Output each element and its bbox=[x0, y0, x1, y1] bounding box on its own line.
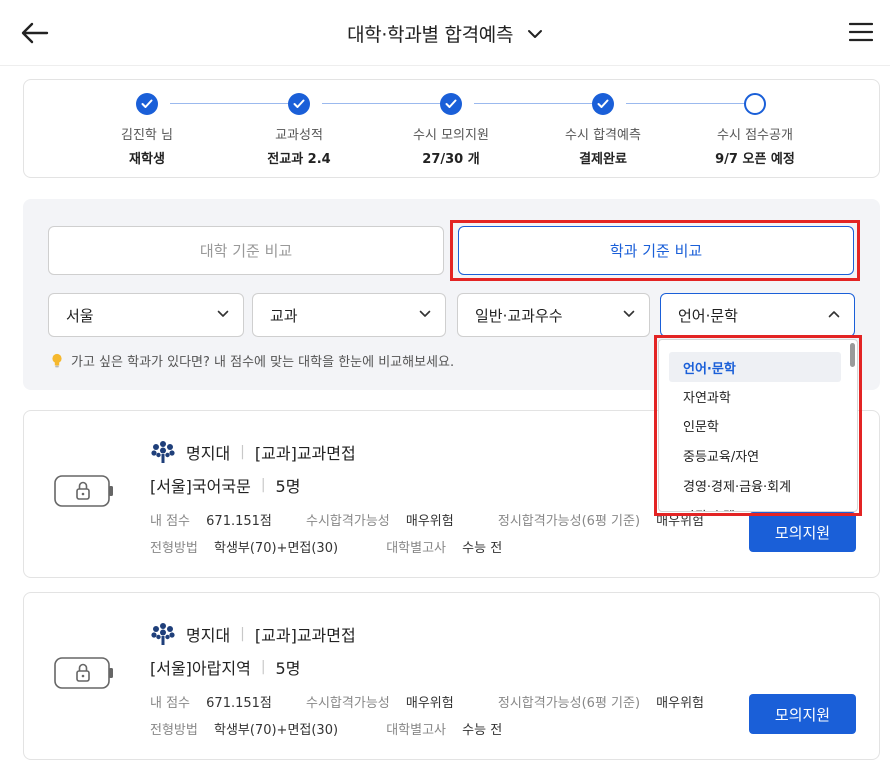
page-title-text: 대학·학과별 합격예측 bbox=[347, 24, 514, 46]
hint-text: 가고 싶은 학과가 있다면? 내 점수에 맞는 대학을 한눈에 비교해보세요. bbox=[51, 351, 454, 370]
step-mock-apply: 수시 모의지원 27/30 개 bbox=[376, 93, 526, 167]
app-header: 대학·학과별 합격예측 bbox=[0, 0, 890, 66]
dropdown-option[interactable]: 관광·호텔 bbox=[669, 500, 841, 512]
university-name: 명지대 bbox=[186, 444, 231, 463]
check-icon bbox=[288, 93, 310, 115]
dropdown-option[interactable]: 인문학 bbox=[669, 410, 841, 440]
mock-apply-button[interactable]: 모의지원 bbox=[749, 694, 856, 734]
jeongsi-value: 매우위험 bbox=[656, 514, 705, 529]
dropdown-option[interactable]: 중등교육/자연 bbox=[669, 440, 841, 470]
admission-type: [교과]교과면접 bbox=[254, 444, 356, 463]
susi-value: 매우위험 bbox=[405, 696, 454, 711]
university-logo-icon bbox=[151, 623, 175, 645]
university-row: 명지대 | [교과]교과면접 bbox=[150, 622, 356, 646]
type-select[interactable]: 교과 bbox=[252, 293, 446, 337]
divider: | bbox=[240, 444, 245, 460]
score-value: 671.151점 bbox=[206, 514, 272, 529]
score-label: 내 점수 bbox=[150, 514, 191, 529]
progress-steps: 김진학 님 재학생 교과성적 전교과 2.4 수시 모의지원 27/30 개 수… bbox=[23, 79, 880, 178]
quota: 5명 bbox=[275, 659, 301, 678]
department-name: [서울]아랍지역 bbox=[150, 659, 251, 678]
check-icon bbox=[592, 93, 614, 115]
chevron-down-icon bbox=[419, 310, 431, 317]
dropdown-option[interactable]: 자연과학 bbox=[669, 381, 841, 411]
susi-label: 수시합격가능성 bbox=[306, 514, 390, 529]
divider: | bbox=[260, 659, 266, 675]
track-select-value: 일반·교과우수 bbox=[475, 306, 563, 325]
chevron-up-icon bbox=[828, 311, 840, 318]
score-value: 671.151점 bbox=[206, 696, 272, 711]
step-student: 김진학 님 재학생 bbox=[72, 93, 222, 167]
page-title[interactable]: 대학·학과별 합격예측 bbox=[0, 20, 890, 47]
university-compare-button[interactable]: 대학 기준 비교 bbox=[48, 226, 444, 275]
lightbulb-icon bbox=[52, 353, 62, 368]
check-icon bbox=[440, 93, 462, 115]
method-value: 학생부(70)+면접(30) bbox=[213, 541, 339, 556]
step-value: 전교과 2.4 bbox=[267, 152, 331, 167]
field-select[interactable]: 언어·문학 bbox=[660, 293, 855, 337]
type-select-value: 교과 bbox=[270, 306, 298, 325]
locked-battery-icon bbox=[54, 475, 113, 507]
step-value: 재학생 bbox=[129, 152, 165, 167]
step-grades: 교과성적 전교과 2.4 bbox=[224, 93, 374, 167]
step-value: 27/30 개 bbox=[422, 152, 480, 167]
jeongsi-label: 정시합격가능성(6평 기준) bbox=[497, 514, 641, 529]
quota: 5명 bbox=[275, 477, 301, 496]
step-value: 결제완료 bbox=[579, 152, 627, 167]
exam-value: 수능 전 bbox=[462, 723, 503, 738]
chevron-down-icon bbox=[217, 310, 229, 317]
susi-value: 매우위험 bbox=[405, 514, 454, 529]
empty-circle-icon bbox=[744, 93, 766, 115]
step-prediction: 수시 합격예측 결제완료 bbox=[528, 93, 678, 167]
method-label: 전형방법 bbox=[150, 541, 198, 556]
department-row: [서울]아랍지역 | 5명 bbox=[150, 655, 300, 679]
hamburger-menu-icon bbox=[849, 22, 873, 42]
divider: | bbox=[260, 477, 266, 493]
department-compare-button[interactable]: 학과 기준 비교 bbox=[458, 226, 854, 275]
step-label: 수시 점수공개 bbox=[717, 128, 793, 143]
department-name: [서울]국어국문 bbox=[150, 477, 251, 496]
exam-value: 수능 전 bbox=[462, 541, 503, 556]
method-value: 학생부(70)+면접(30) bbox=[213, 723, 339, 738]
region-select[interactable]: 서울 bbox=[48, 293, 244, 337]
exam-label: 대학별고사 bbox=[386, 723, 447, 738]
check-icon bbox=[136, 93, 158, 115]
susi-label: 수시합격가능성 bbox=[306, 696, 390, 711]
university-logo-icon bbox=[151, 441, 175, 463]
menu-button[interactable] bbox=[846, 18, 876, 46]
method-row: 전형방법 학생부(70)+면접(30) 대학별고사 수능 전 bbox=[150, 719, 502, 738]
result-card: 명지대 | [교과]교과면접 [서울]아랍지역 | 5명 내 점수 671.15… bbox=[23, 592, 880, 760]
track-select[interactable]: 일반·교과우수 bbox=[457, 293, 650, 337]
jeongsi-value: 매우위험 bbox=[656, 696, 705, 711]
method-label: 전형방법 bbox=[150, 723, 198, 738]
region-select-value: 서울 bbox=[66, 306, 94, 325]
score-row: 내 점수 671.151점 수시합격가능성 매우위험 정시합격가능성(6평 기준… bbox=[150, 692, 704, 711]
university-name: 명지대 bbox=[186, 626, 231, 645]
department-row: [서울]국어국문 | 5명 bbox=[150, 473, 300, 497]
field-dropdown-list: 언어·문학 자연과학 인문학 중등교육/자연 경영·경제·금융·회계 관광·호텔 bbox=[658, 339, 858, 512]
step-score-open: 수시 점수공개 9/7 오픈 예정 bbox=[680, 93, 830, 167]
step-label: 김진학 님 bbox=[121, 128, 173, 143]
score-label: 내 점수 bbox=[150, 696, 191, 711]
step-value: 9/7 오픈 예정 bbox=[715, 152, 795, 167]
exam-label: 대학별고사 bbox=[386, 541, 447, 556]
step-label: 수시 모의지원 bbox=[413, 128, 489, 143]
dropdown-option[interactable]: 언어·문학 bbox=[669, 352, 841, 382]
chevron-down-icon bbox=[527, 30, 542, 38]
step-label: 교과성적 bbox=[275, 128, 323, 143]
method-row: 전형방법 학생부(70)+면접(30) 대학별고사 수능 전 bbox=[150, 537, 502, 556]
step-label: 수시 합격예측 bbox=[565, 128, 641, 143]
score-row: 내 점수 671.151점 수시합격가능성 매우위험 정시합격가능성(6평 기준… bbox=[150, 510, 704, 529]
dropdown-scrollbar[interactable] bbox=[850, 343, 855, 367]
dropdown-option[interactable]: 경영·경제·금융·회계 bbox=[669, 470, 841, 500]
chevron-down-icon bbox=[623, 310, 635, 317]
hint-message: 가고 싶은 학과가 있다면? 내 점수에 맞는 대학을 한눈에 비교해보세요. bbox=[71, 355, 455, 370]
jeongsi-label: 정시합격가능성(6평 기준) bbox=[497, 696, 641, 711]
field-select-value: 언어·문학 bbox=[678, 306, 738, 325]
university-row: 명지대 | [교과]교과면접 bbox=[150, 440, 356, 464]
admission-type: [교과]교과면접 bbox=[254, 626, 356, 645]
divider: | bbox=[240, 626, 245, 642]
locked-battery-icon bbox=[54, 657, 113, 689]
mock-apply-button[interactable]: 모의지원 bbox=[749, 512, 856, 552]
